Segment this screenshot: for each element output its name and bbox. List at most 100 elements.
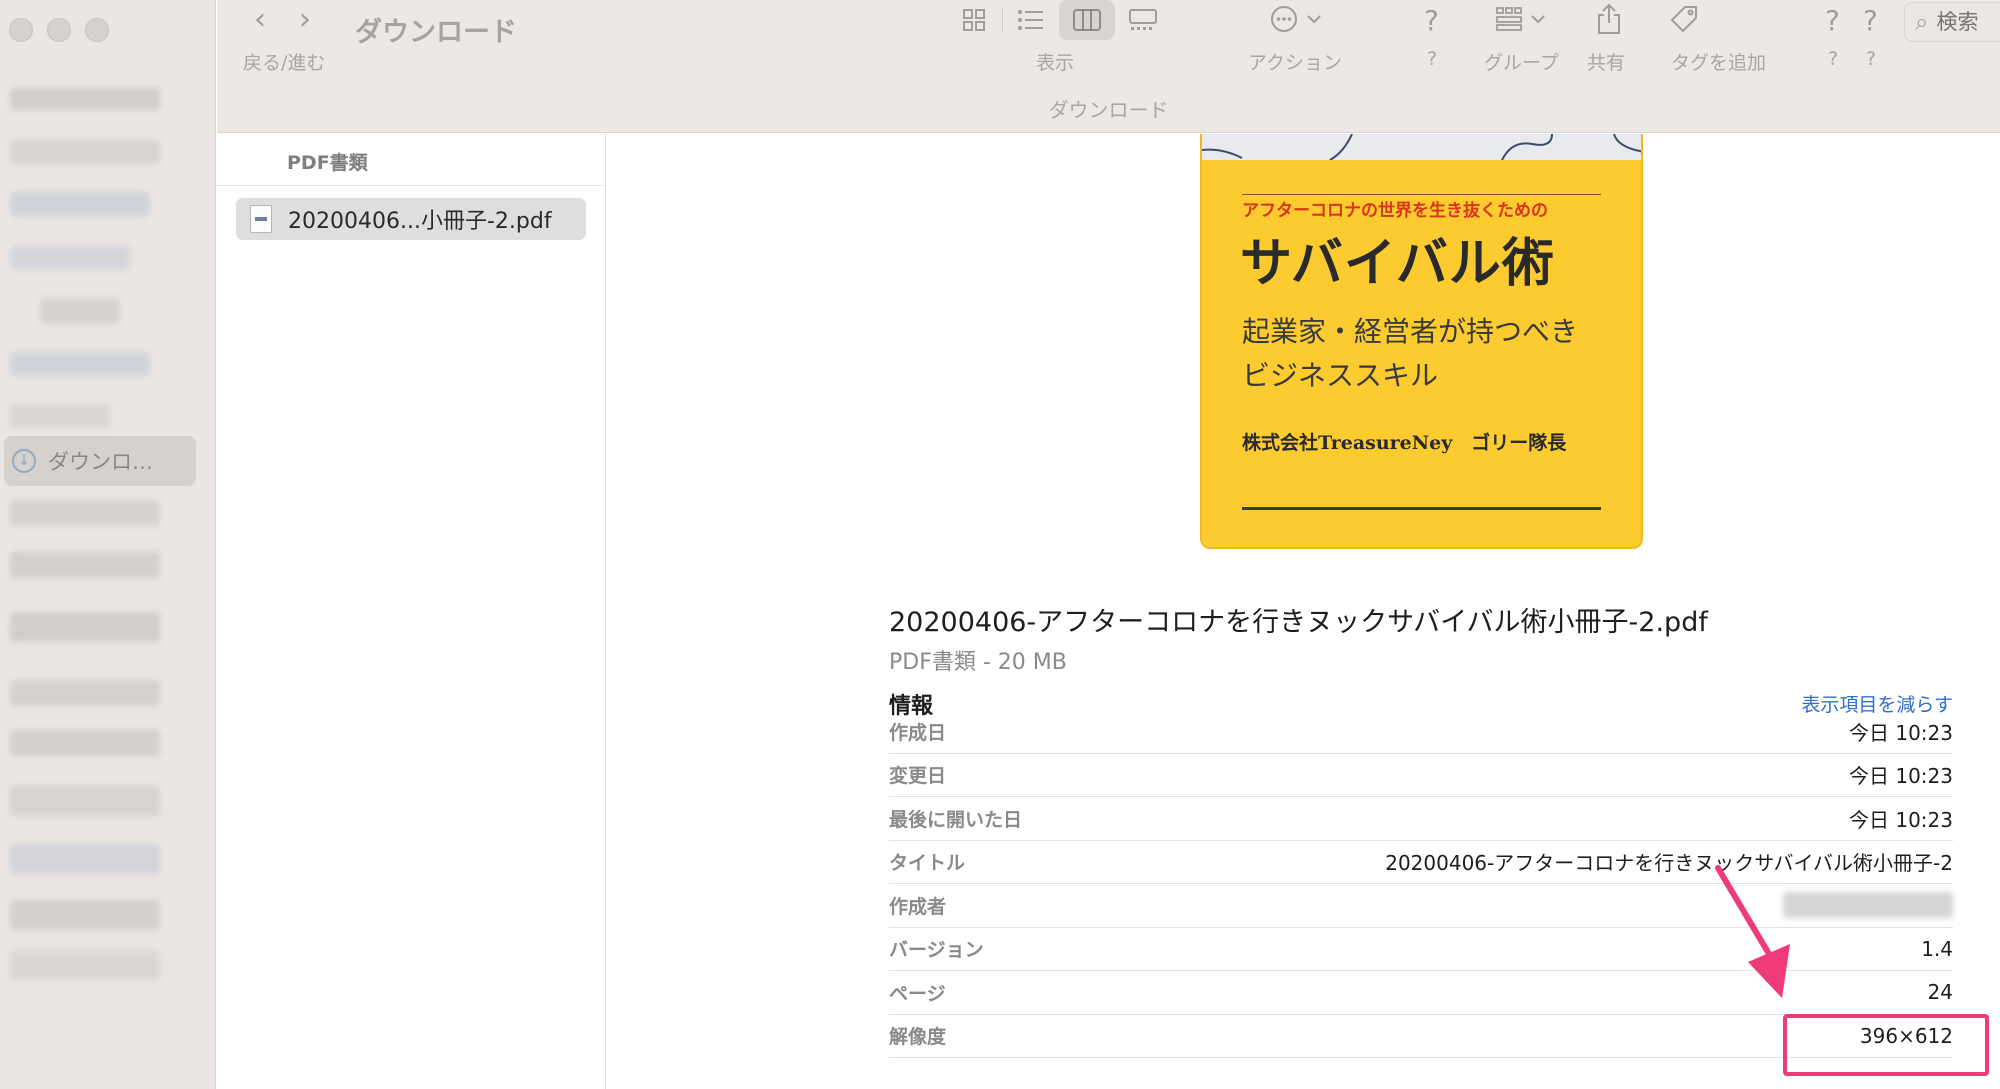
- info-key: タイトル: [889, 852, 966, 875]
- chevron-down-icon: [1531, 15, 1545, 24]
- cover-title: サバイバル術: [1240, 233, 1555, 294]
- info-value: 20200406-アフターコロナを行きヌックサバイバル術小冊子-2: [1385, 851, 1953, 876]
- blurred-sidebar-item[interactable]: [10, 246, 130, 270]
- sidebar-item-downloads[interactable]: ↓ ダウンロ…: [4, 436, 196, 486]
- info-value: 1.4: [1921, 936, 1953, 961]
- info-key: 作成日: [889, 721, 947, 744]
- path-title: ダウンロード: [1048, 98, 1169, 122]
- window-title: ダウンロード: [355, 17, 517, 48]
- info-key: 最後に開いた日: [889, 808, 1023, 831]
- unknown-toolbar-label: ?: [1828, 48, 1839, 70]
- info-value: 今日 10:23: [1849, 720, 1953, 745]
- info-value: 今日 10:23: [1849, 764, 1953, 789]
- blurred-sidebar-item[interactable]: [10, 352, 150, 376]
- tag-icon: [1670, 6, 1697, 33]
- divider: [1242, 194, 1601, 195]
- view-switcher: [946, 0, 1171, 40]
- info-key: 作成者: [889, 895, 947, 918]
- search-field[interactable]: ⌕: [1904, 2, 2000, 42]
- info-row-created: 作成日 今日 10:23: [889, 710, 1953, 754]
- add-tag-button[interactable]: [1669, 4, 1699, 38]
- group-icon: [1496, 7, 1522, 31]
- sidebar: ↓ ダウンロ…: [0, 0, 216, 1089]
- blurred-sidebar-item[interactable]: [10, 950, 160, 980]
- blurred-sidebar-item[interactable]: [10, 404, 110, 428]
- info-key: バージョン: [889, 939, 984, 962]
- info-row-modified: 変更日 今日 10:23: [889, 754, 1953, 797]
- list-view-button[interactable]: [1003, 0, 1059, 40]
- cover-graphic: [1202, 134, 1641, 160]
- unknown-toolbar-button[interactable]: ?: [1825, 4, 1840, 37]
- back-icon[interactable]: ‹: [254, 2, 266, 37]
- blurred-sidebar-item[interactable]: [10, 192, 150, 216]
- document-kind-size: PDF書類 - 20 MB: [889, 650, 1067, 675]
- chevron-down-icon: [1307, 15, 1321, 24]
- file-column: PDF書類 20200406...小冊子-2.pdf: [217, 134, 606, 1089]
- info-value-redacted: [1783, 892, 1953, 919]
- info-row-title: タイトル 20200406-アフターコロナを行きヌックサバイバル術小冊子-2: [889, 841, 1953, 884]
- blurred-sidebar-item[interactable]: [10, 844, 160, 874]
- document-name: 20200406-アフターコロナを行きヌックサバイバル術小冊子-2.pdf: [889, 607, 1708, 638]
- preview-pane: アフターコロナの世界を生き抜くための サバイバル術 起業家・経営者が持つべき ビ…: [607, 134, 2000, 1089]
- share-button[interactable]: [1595, 2, 1623, 40]
- blurred-sidebar-item[interactable]: [10, 612, 160, 642]
- info-row-pages: ページ 24: [889, 971, 1953, 1015]
- share-icon: [1598, 3, 1620, 34]
- file-row-selected[interactable]: 20200406...小冊子-2.pdf: [236, 198, 586, 240]
- maximize-window-button[interactable]: [85, 18, 109, 42]
- minimize-window-button[interactable]: [47, 18, 71, 42]
- column-view-icon: [1073, 9, 1101, 31]
- grid-view-icon: [963, 9, 985, 31]
- blurred-sidebar-item[interactable]: [10, 730, 160, 756]
- divider: [217, 185, 605, 186]
- pdf-file-icon: [250, 205, 272, 233]
- cover-subtitle: アフターコロナの世界を生き抜くための: [1242, 201, 1548, 221]
- gallery-view-icon: [1129, 9, 1157, 30]
- action-icon: [1271, 6, 1297, 32]
- blurred-sidebar-item[interactable]: [40, 298, 120, 324]
- share-label: 共有: [1587, 52, 1626, 74]
- list-view-icon: [1018, 10, 1043, 30]
- toolbar: ‹ › 戻る/進む ダウンロード 表示 アクション ? ? グループ 共有 タグ…: [217, 0, 2000, 133]
- group-label: グループ: [1484, 52, 1559, 74]
- icon-view-button[interactable]: [946, 0, 1002, 40]
- action-label: アクション: [1248, 52, 1343, 74]
- blurred-sidebar-item[interactable]: [10, 900, 160, 930]
- close-window-button[interactable]: [9, 18, 33, 42]
- nav-label: 戻る/進む: [243, 52, 326, 74]
- info-value: 24: [1927, 980, 1953, 1005]
- group-button[interactable]: [1495, 6, 1547, 32]
- blurred-sidebar-item[interactable]: [10, 552, 160, 578]
- forward-icon[interactable]: ›: [299, 2, 311, 37]
- blurred-sidebar-item[interactable]: [10, 88, 160, 110]
- cover-line: 起業家・経営者が持つべき: [1242, 315, 1579, 348]
- gallery-view-button[interactable]: [1115, 0, 1171, 40]
- document-thumbnail[interactable]: アフターコロナの世界を生き抜くための サバイバル術 起業家・経営者が持つべき ビ…: [1200, 134, 1643, 549]
- info-table: 作成日 今日 10:23 変更日 今日 10:23 最後に開いた日 今日 10:…: [889, 710, 1953, 1058]
- highlight-box: [1783, 1014, 1989, 1076]
- blurred-sidebar-item[interactable]: [10, 786, 160, 816]
- blurred-sidebar-item[interactable]: [10, 500, 160, 526]
- unknown-toolbar-label: ?: [1866, 48, 1877, 70]
- blurred-sidebar-item[interactable]: [10, 140, 160, 164]
- cover-author: 株式会社TreasureNey ゴリー隊長: [1242, 432, 1567, 454]
- column-header: PDF書類: [287, 152, 368, 174]
- download-icon: ↓: [12, 449, 36, 473]
- info-row-author: 作成者: [889, 884, 1953, 928]
- info-key: 変更日: [889, 765, 947, 788]
- sidebar-item-label: ダウンロ…: [48, 450, 153, 474]
- info-key: ページ: [889, 982, 946, 1005]
- divider: [1242, 507, 1601, 510]
- add-tag-label: タグを追加: [1671, 52, 1767, 74]
- unknown-toolbar-button[interactable]: ?: [1424, 4, 1439, 37]
- column-view-button[interactable]: [1059, 0, 1115, 40]
- unknown-toolbar-button[interactable]: ?: [1863, 4, 1878, 37]
- action-button[interactable]: [1269, 4, 1323, 34]
- info-row-version: バージョン 1.4: [889, 928, 1953, 971]
- unknown-toolbar-label: ?: [1427, 48, 1438, 70]
- search-input[interactable]: [1936, 10, 2000, 34]
- blurred-sidebar-item[interactable]: [10, 680, 160, 706]
- info-row-last-opened: 最後に開いた日 今日 10:23: [889, 797, 1953, 841]
- view-label: 表示: [1036, 52, 1075, 74]
- cover-line: ビジネススキル: [1242, 359, 1439, 392]
